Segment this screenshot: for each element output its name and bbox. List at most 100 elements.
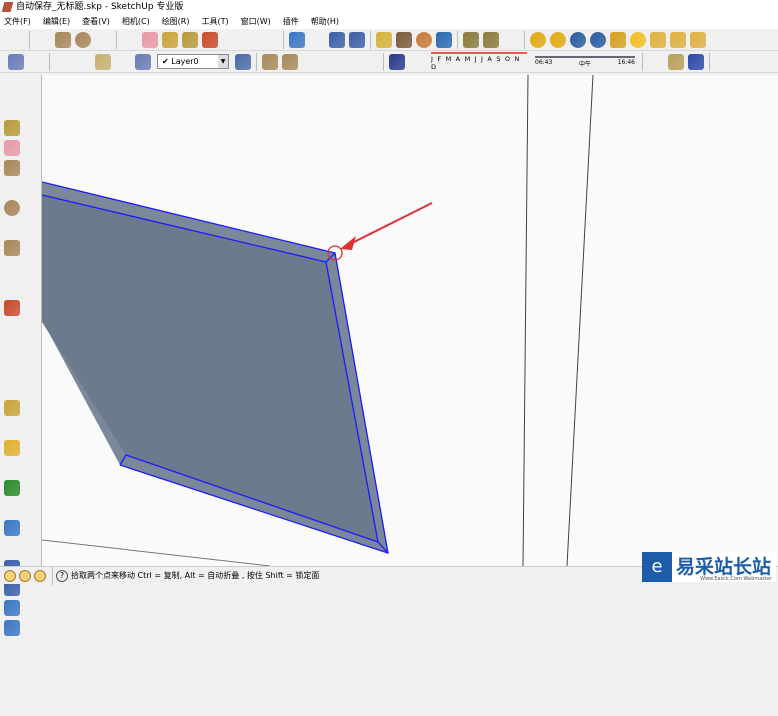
front-view-icon[interactable] [302,54,318,70]
text-icon[interactable] [4,460,20,476]
xray-icon[interactable] [8,53,24,70]
menu-help[interactable]: 帮助(H) [311,14,339,29]
axes-icon[interactable] [4,480,20,496]
select-arrow-icon[interactable] [8,32,24,48]
add-location-icon[interactable] [376,31,392,48]
back-view-icon[interactable] [342,54,358,70]
geo-location-icon[interactable] [4,569,16,582]
look-around-icon[interactable] [4,660,20,676]
section-plane-icon[interactable] [4,700,20,716]
sphere-icon[interactable] [710,32,726,48]
new-icon[interactable] [648,54,664,70]
menu-plugins[interactable]: 插件 [283,14,299,29]
share-model-icon[interactable] [483,31,499,48]
monochrome-icon[interactable] [135,53,151,70]
layer-manager-icon[interactable] [235,53,251,70]
save-icon[interactable] [688,53,704,70]
tape-measure-icon[interactable] [162,31,178,48]
component-icon[interactable] [4,100,20,116]
walk-icon[interactable] [4,640,20,656]
zoom-icon[interactable] [329,31,345,48]
select-icon[interactable] [4,80,20,96]
hidden-line-icon[interactable] [75,54,91,70]
paint-bucket-icon[interactable] [4,120,20,136]
pencil-icon[interactable] [35,32,51,48]
circle-icon[interactable] [4,200,20,216]
top-view-icon[interactable] [282,53,298,70]
line-icon[interactable] [4,180,20,196]
pan-icon[interactable] [4,540,20,556]
paint-bucket-icon[interactable] [182,31,198,48]
chevron-down-icon[interactable]: ▼ [218,55,228,68]
m-plugin-icon[interactable] [530,31,546,48]
freehand-icon[interactable] [4,260,20,276]
3d-text-icon[interactable] [4,500,20,516]
follow-me-icon[interactable] [4,340,20,356]
back-edges-icon[interactable] [28,54,44,70]
circle-icon[interactable] [75,31,91,48]
menu-edit[interactable]: 编辑(E) [43,14,70,29]
spot-icon[interactable] [670,31,686,48]
right-view-icon[interactable] [322,54,338,70]
instructor-help-icon[interactable]: ? [56,569,68,582]
rectangle-icon[interactable] [55,31,71,48]
protractor-icon[interactable] [4,440,20,456]
copy-icon[interactable] [735,54,751,70]
pin-icon[interactable] [690,31,706,48]
shadow-settings-icon[interactable] [389,53,405,70]
photo-textures-icon[interactable] [396,31,412,48]
credits-icon[interactable] [19,569,31,582]
light-icon[interactable] [650,31,666,48]
time-slider[interactable]: 06:43 中午 16:46 [535,55,635,68]
rotate-icon[interactable] [4,320,20,336]
orbit-icon[interactable] [4,520,20,536]
push-pull-icon[interactable] [4,300,20,316]
make-component-icon[interactable] [122,32,138,48]
shaded-textures-icon[interactable] [115,54,131,70]
paste-icon[interactable] [755,54,771,70]
google-earth-icon[interactable] [416,31,432,48]
tape-measure-icon[interactable] [4,400,20,416]
menu-draw[interactable]: 绘图(R) [162,14,190,29]
position-camera-icon[interactable] [4,680,20,696]
pan-icon[interactable] [309,32,325,48]
polygon-icon[interactable] [4,240,20,256]
push-pull-icon[interactable] [202,31,218,48]
menu-window[interactable]: 窗口(W) [241,14,271,29]
menu-camera[interactable]: 相机(C) [122,14,150,29]
get-models-icon[interactable] [463,31,479,48]
follow-me-icon[interactable] [262,32,278,48]
rotate-icon[interactable] [242,32,258,48]
dimension-icon[interactable] [4,420,20,436]
sun-icon[interactable] [630,31,646,48]
tag-icon[interactable] [610,31,626,48]
wireframe-icon[interactable] [55,54,71,70]
help-icon[interactable] [590,31,606,48]
iso-view-icon[interactable] [262,53,278,70]
previous-view-icon[interactable] [4,600,20,616]
r-plugin-icon[interactable] [570,31,586,48]
next-view-icon[interactable] [4,620,20,636]
left-view-icon[interactable] [362,54,378,70]
user-icon[interactable] [34,569,46,582]
plugin-icon[interactable] [550,31,566,48]
share-component-icon[interactable] [503,32,519,48]
move-icon[interactable] [222,32,238,48]
rectangle-icon[interactable] [4,160,20,176]
offset-icon[interactable] [4,380,20,396]
orbit-icon[interactable] [289,31,305,48]
display-shadows-icon[interactable] [409,54,425,70]
move-icon[interactable] [4,280,20,296]
shaded-icon[interactable] [95,53,111,70]
layer-select[interactable]: ✔ Layer0 ▼ [157,54,229,69]
drawing-viewport[interactable] [42,75,778,566]
arc-icon[interactable] [95,32,111,48]
zoom-extents-icon[interactable] [349,31,365,48]
arc-icon[interactable] [4,220,20,236]
menu-tools[interactable]: 工具(T) [202,14,229,29]
cut-icon[interactable] [715,54,731,70]
eraser-icon[interactable] [4,140,20,156]
menu-view[interactable]: 查看(V) [82,14,110,29]
toggle-terrain-icon[interactable] [436,31,452,48]
scale-icon[interactable] [4,360,20,376]
